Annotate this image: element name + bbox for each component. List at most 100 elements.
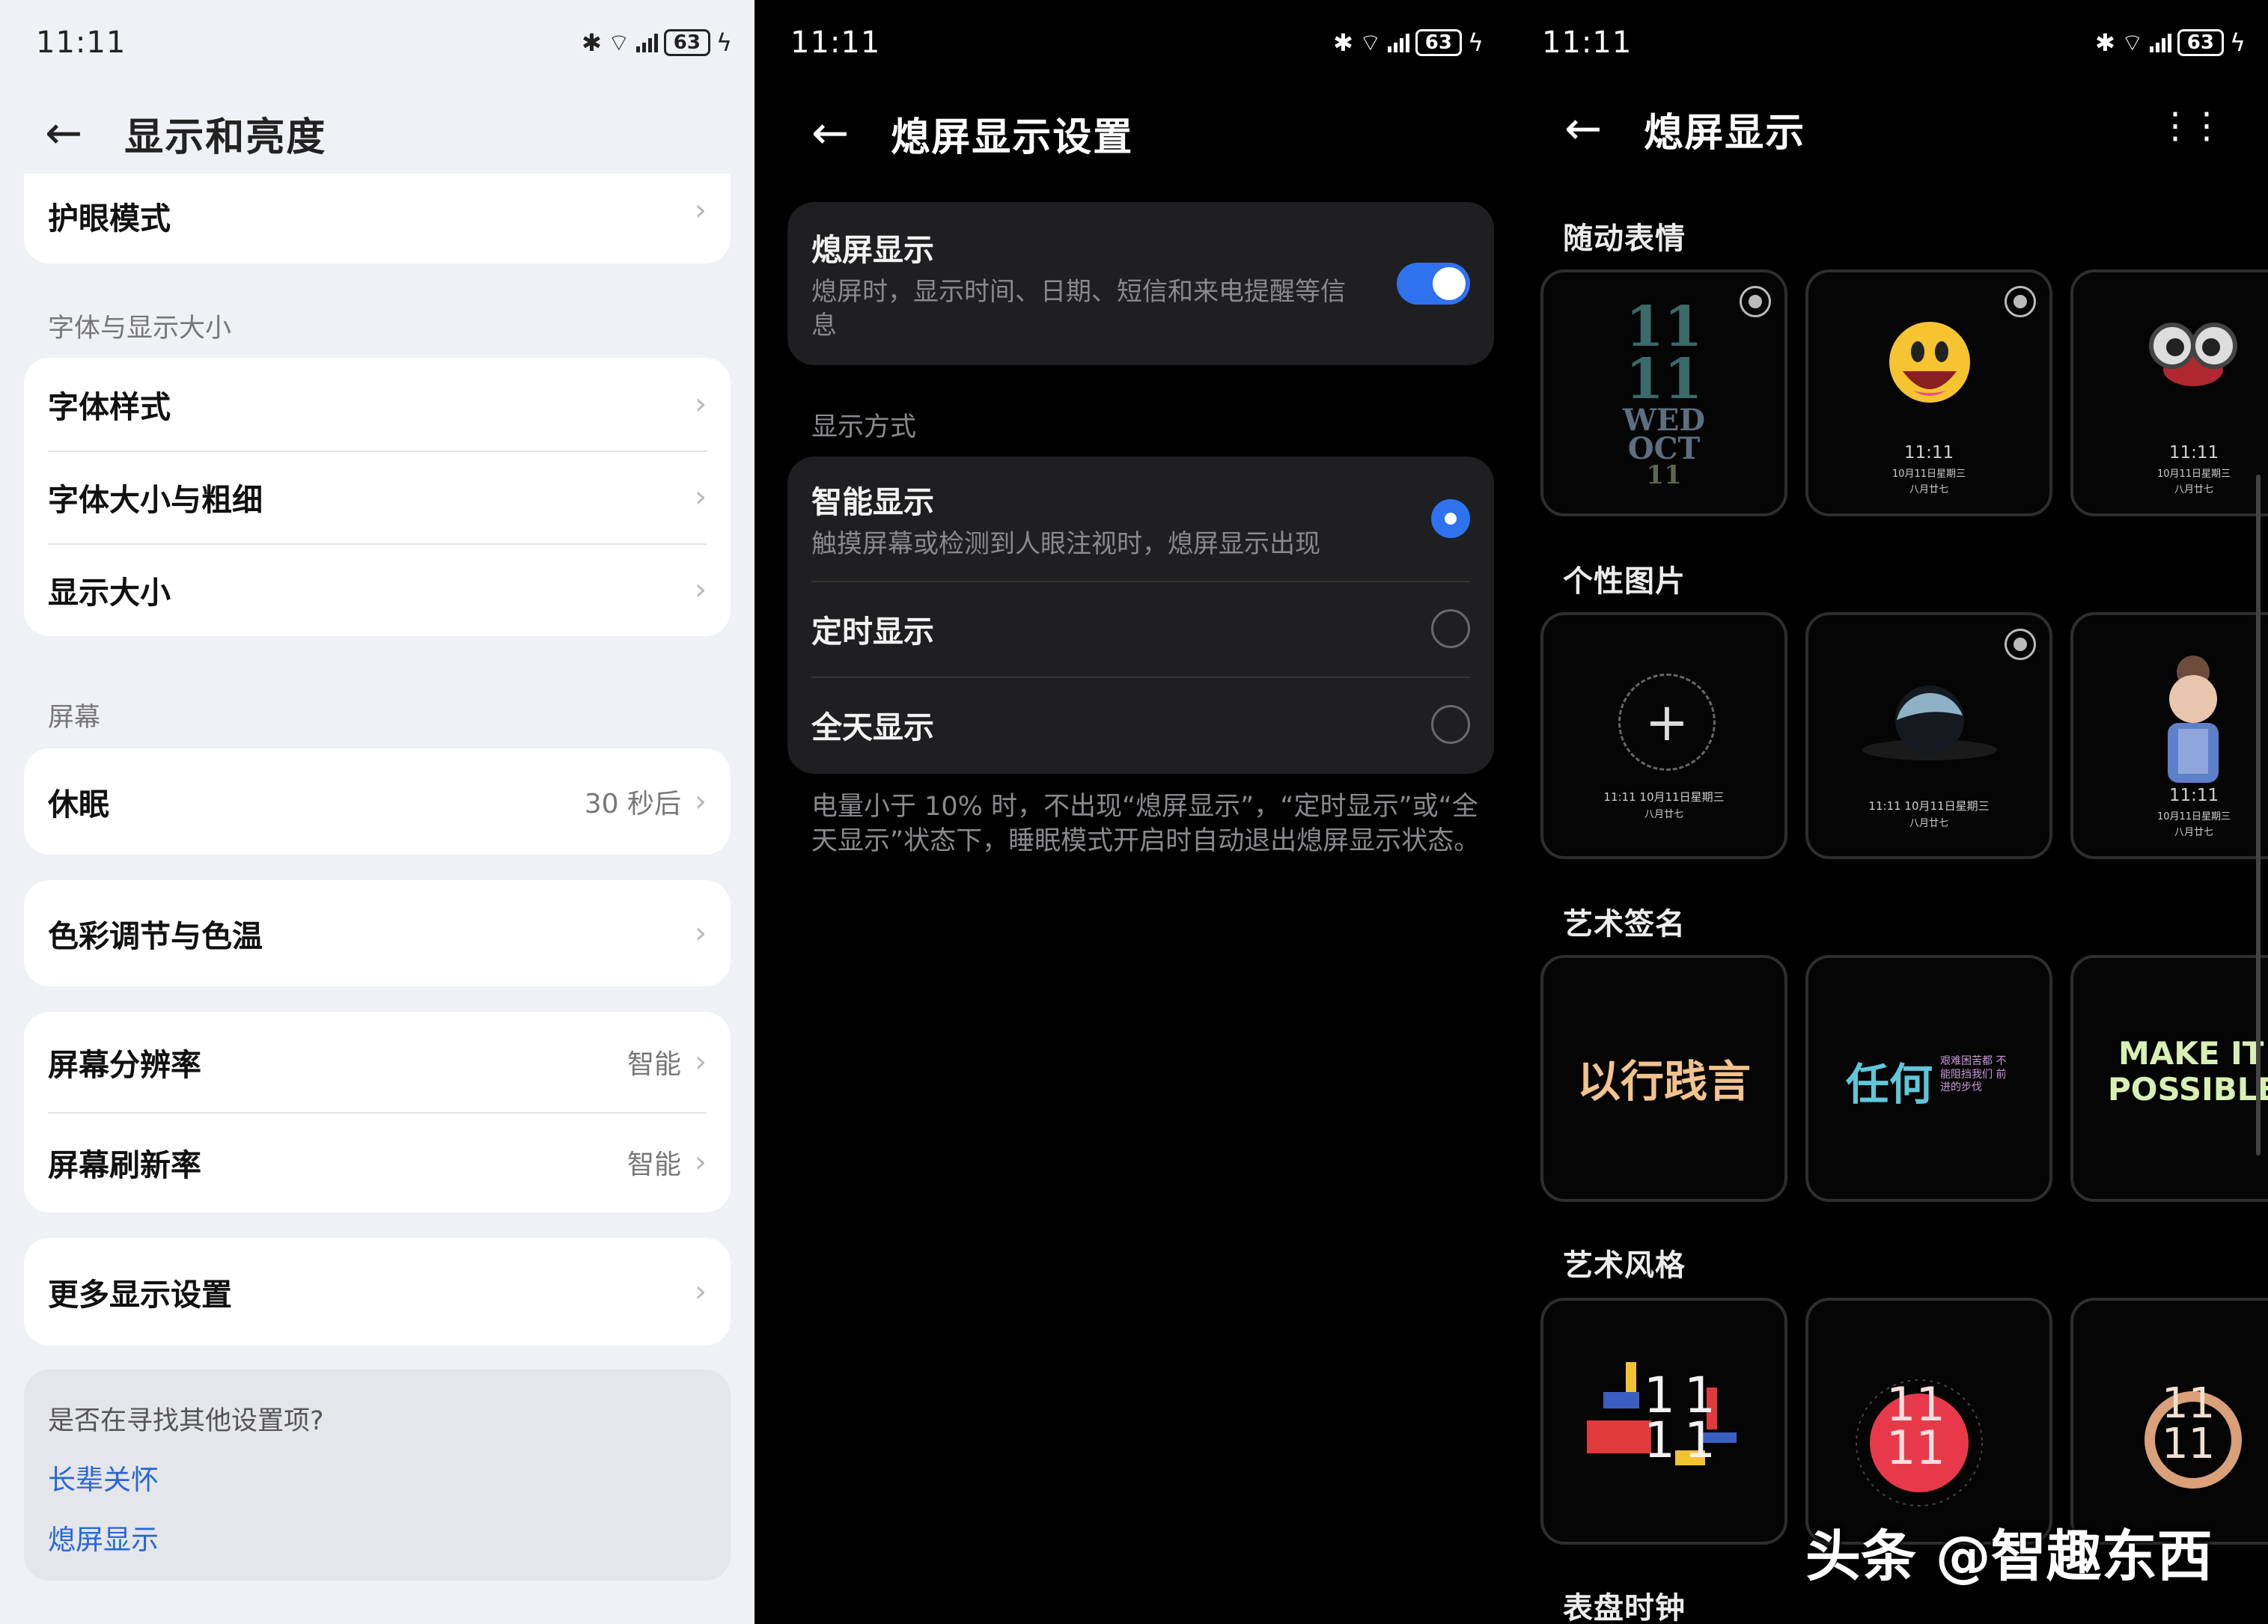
tile-signature-3[interactable]: MAKE IT POSSIBLE: [2070, 955, 2268, 1202]
page-title: 熄屏显示: [1644, 110, 1806, 156]
signature-subtext-2: 艰难困苦都 不能阻挡我们 前进的步伐: [1940, 1055, 2007, 1093]
signature-text-3: MAKE IT POSSIBLE: [2108, 1035, 2268, 1108]
timed-display-radio[interactable]: [1431, 609, 1470, 648]
tile-signature-1[interactable]: 以行践言: [1540, 955, 1787, 1202]
aod-toggle-switch[interactable]: [1397, 263, 1470, 305]
status-time: 11:11: [1542, 25, 1633, 60]
back-arrow-icon[interactable]: ←: [1564, 106, 1602, 151]
sleep-label: 休眠: [48, 787, 109, 822]
chevron-right-icon: ›: [695, 573, 707, 607]
tile-art-red-circle[interactable]: 11 11: [1805, 1298, 2052, 1545]
color-row[interactable]: 色彩调节与色温 ›: [24, 880, 731, 986]
refresh-label: 屏幕刷新率: [48, 1147, 201, 1183]
smart-display-title: 智能显示: [811, 483, 934, 520]
aod-settings-screen: 11:11 ✱ ⌔ 63 ϟ ← 熄屏显示设置 熄屏显示 熄屏时，显示时间、日期…: [755, 0, 1506, 1624]
tile-emoji-clock[interactable]: 11 11 WED OCT 11: [1540, 269, 1787, 516]
scrollbar[interactable]: [2256, 474, 2261, 1156]
tile-girl-photo[interactable]: 11:11 10月11日星期三 八月廿七: [2070, 612, 2268, 859]
aod-toggle-card: 熄屏显示 熄屏时，显示时间、日期、短信和来电提醒等信息: [787, 202, 1494, 365]
font-card: 字体样式 › 字体大小与粗细 › 显示大小 ›: [24, 358, 731, 636]
allday-display-radio[interactable]: [1431, 705, 1470, 744]
timed-display-row[interactable]: 定时显示: [787, 581, 1494, 677]
wifi-icon: ⌔: [2121, 28, 2144, 57]
font-size-label: 字体大小与粗细: [48, 482, 263, 518]
art-time-bottom: 11: [2162, 1420, 2216, 1468]
page-title: 显示和亮度: [124, 115, 327, 160]
section-dial-clock: 表盘时钟: [1563, 1591, 1686, 1624]
tile-emoji-eyes[interactable]: 11:11 10月11日星期三 八月廿七: [2070, 269, 2268, 516]
display-size-label: 显示大小: [48, 575, 171, 611]
tile-clock-text: 11:11 10月11日星期三 八月廿七: [1868, 799, 1990, 829]
section-font-label: 字体与显示大小: [48, 314, 232, 344]
aod-toggle-row[interactable]: 熄屏显示 熄屏时，显示时间、日期、短信和来电提醒等信息: [787, 202, 1494, 365]
page-header: ← 熄屏显示: [1564, 99, 1805, 159]
settings-gear-icon[interactable]: [2005, 629, 2036, 660]
display-brightness-screen: 11:11 ✱ ⌔ 63 ϟ ← 显示和亮度 护眼模式 › 字体与显示大小 字体…: [0, 0, 755, 1624]
tile-add-photo[interactable]: + 11:11 10月11日星期三 八月廿七: [1540, 612, 1787, 859]
chevron-right-icon: ›: [695, 387, 707, 421]
aod-style-screen: 11:11 ✱ ⌔ 63 ϟ ← 熄屏显示 ⋮⋮ 随动表情 11 11 WED …: [1506, 0, 2268, 1624]
bluetooth-icon: ✱: [581, 28, 602, 57]
eye-mode-label: 护眼模式: [48, 201, 171, 236]
back-arrow-icon[interactable]: ←: [811, 111, 849, 156]
chevron-right-icon: ›: [695, 784, 707, 819]
smart-display-description: 触摸屏幕或检测到人眼注视时，熄屏显示出现: [811, 528, 1320, 559]
chevron-right-icon: ›: [695, 1275, 707, 1309]
more-settings-label: 更多显示设置: [48, 1277, 232, 1313]
tile-art-mondrian[interactable]: 11 11: [1540, 1298, 1787, 1545]
status-bar: 11:11 ✱ ⌔ 63 ϟ: [36, 22, 732, 63]
aod-description: 熄屏时，显示时间、日期、短信和来电提醒等信息: [811, 277, 1346, 341]
status-time: 11:11: [790, 25, 881, 60]
chevron-right-icon: ›: [695, 480, 707, 514]
help-question: 是否在寻找其他设置项?: [48, 1406, 324, 1436]
cartoon-eyes-icon: [2149, 323, 2237, 386]
allday-display-title: 全天显示: [811, 709, 934, 745]
cartoon-girl-icon: [2168, 656, 2219, 783]
watermark: 头条 @智趣东西: [1805, 1524, 2213, 1589]
eye-mode-row[interactable]: 护眼模式 ›: [24, 174, 731, 251]
tile-planet-photo[interactable]: 11:11 10月11日星期三 八月廿七: [1805, 612, 2052, 859]
tile-clock-text: 11:11 10月11日星期三 八月廿七: [1603, 790, 1725, 820]
clock-stack: 11 11 WED OCT 11: [1622, 295, 1706, 490]
smiley-face-icon: [1889, 322, 1970, 403]
help-link-elderly[interactable]: 长辈关怀: [48, 1457, 707, 1498]
more-settings-row[interactable]: 更多显示设置 ›: [24, 1238, 731, 1346]
color-card: 色彩调节与色温 ›: [24, 880, 731, 986]
tile-signature-2[interactable]: 任何 艰难困苦都 不能阻挡我们 前进的步伐: [1805, 955, 2052, 1202]
tile-clock-text: 11:11 10月11日星期三 八月廿七: [2156, 443, 2231, 495]
battery-icon: 63: [1415, 29, 1462, 56]
sleep-row[interactable]: 休眠 30 秒后 ›: [24, 748, 731, 855]
signature-text-1: 以行践言: [1576, 1056, 1751, 1107]
display-size-row[interactable]: 显示大小 ›: [24, 543, 731, 636]
back-arrow-icon[interactable]: ←: [45, 111, 82, 156]
status-icons: ✱ ⌔ 63 ϟ: [582, 28, 732, 58]
help-link-aod[interactable]: 熄屏显示: [48, 1517, 707, 1557]
refresh-row[interactable]: 屏幕刷新率 智能 ›: [24, 1112, 731, 1212]
chevron-right-icon: ›: [695, 916, 707, 950]
charging-icon: ϟ: [1467, 28, 1484, 57]
add-photo-icon[interactable]: +: [1618, 674, 1716, 771]
chevron-right-icon: ›: [695, 193, 707, 228]
allday-display-row[interactable]: 全天显示: [787, 677, 1494, 772]
tile-emoji-face[interactable]: 11:11 10月11日星期三 八月廿七: [1805, 269, 2052, 516]
more-options-icon[interactable]: ⋮⋮: [2157, 105, 2225, 147]
bluetooth-icon: ✱: [2094, 28, 2115, 57]
resolution-label: 屏幕分辨率: [48, 1047, 201, 1083]
font-style-label: 字体样式: [48, 389, 171, 425]
status-time: 11:11: [36, 25, 126, 60]
tile-clock-text: 11:11 10月11日星期三 八月廿七: [1891, 443, 1966, 495]
smart-display-row[interactable]: 智能显示 触摸屏幕或检测到人眼注视时，熄屏显示出现: [787, 457, 1494, 581]
wifi-icon: ⌔: [607, 28, 630, 57]
resolution-card: 屏幕分辨率 智能 › 屏幕刷新率 智能 ›: [24, 1012, 731, 1212]
signal-icon: [1387, 33, 1409, 52]
section-art-signature: 艺术签名: [1563, 907, 1686, 941]
smart-display-radio[interactable]: [1431, 499, 1470, 538]
mode-label: 显示方式: [811, 412, 917, 442]
font-style-row[interactable]: 字体样式 ›: [24, 358, 731, 451]
font-size-row[interactable]: 字体大小与粗细 ›: [24, 451, 731, 543]
charging-icon: ϟ: [2229, 28, 2246, 57]
tile-art-ring[interactable]: 11 11: [2070, 1298, 2268, 1545]
resolution-row[interactable]: 屏幕分辨率 智能 ›: [24, 1012, 731, 1112]
battery-icon: 63: [2177, 29, 2224, 56]
page-header: ← 显示和亮度: [45, 103, 326, 163]
